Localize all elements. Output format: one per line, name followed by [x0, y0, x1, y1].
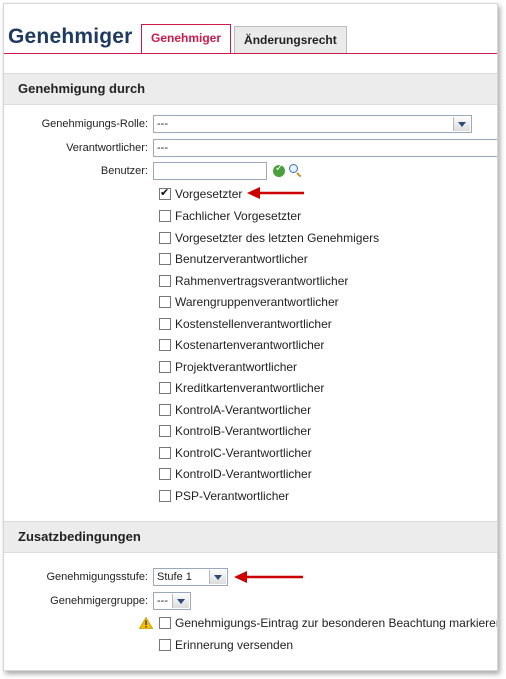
annotation-arrow-icon	[234, 571, 303, 583]
checkbox-row[interactable]: Rahmenvertragsverantwortlicher	[159, 272, 348, 290]
checkbox[interactable]	[159, 253, 171, 265]
checkbox-row[interactable]: Kostenartenverantwortlicher	[159, 336, 324, 354]
checkbox[interactable]	[159, 275, 171, 287]
checkbox-row[interactable]: Fachlicher Vorgesetzter	[159, 207, 301, 225]
chevron-down-icon[interactable]	[172, 594, 189, 608]
checkbox-row[interactable]: Vorgesetzter des letzten Genehmigers	[159, 229, 379, 247]
checkbox-label: Fachlicher Vorgesetzter	[175, 209, 302, 223]
checkbox[interactable]	[159, 318, 171, 330]
tab-aenderungsrecht[interactable]: Änderungsrecht	[234, 26, 347, 54]
section-header-approval: Genehmigung durch	[4, 73, 497, 105]
group-select-value: ---	[157, 595, 168, 607]
checkbox-label: Kostenstellenverantwortlicher	[175, 317, 332, 331]
checkbox[interactable]	[159, 361, 171, 373]
checkbox[interactable]	[159, 468, 171, 480]
checkbox-row[interactable]: KontrolD-Verantwortlicher	[159, 465, 312, 483]
checkbox-row[interactable]: Kreditkartenverantwortlicher	[159, 379, 324, 397]
annotation-arrow-icon	[247, 187, 304, 199]
role-select[interactable]: ---	[153, 115, 472, 133]
checkbox-label: KontrolB-Verantwortlicher	[175, 424, 312, 438]
search-icon[interactable]	[289, 164, 302, 178]
checkbox[interactable]	[159, 382, 171, 394]
checkbox[interactable]	[159, 404, 171, 416]
confirm-check-icon[interactable]	[273, 163, 285, 177]
checkbox-vorgesetzter[interactable]	[159, 186, 171, 200]
approver-panel: Genehmiger Genehmiger Änderungsrecht Gen…	[3, 3, 498, 671]
checkbox-label: Benutzerverantwortlicher	[175, 252, 308, 266]
responsible-field[interactable]: ---	[153, 139, 497, 157]
page-title: Genehmiger	[8, 25, 133, 48]
checkbox-label: Kostenartenverantwortlicher	[175, 338, 325, 352]
checkbox[interactable]	[159, 639, 171, 651]
checkbox[interactable]	[159, 425, 171, 437]
checkbox-row-reminder[interactable]: Erinnerung versenden	[159, 636, 293, 654]
checkbox[interactable]	[159, 296, 171, 308]
checkbox[interactable]	[159, 490, 171, 502]
checkbox[interactable]	[159, 617, 171, 629]
checkbox-row[interactable]: KontrolB-Verantwortlicher	[159, 422, 311, 440]
checkbox-row[interactable]: Benutzerverantwortlicher	[159, 250, 308, 268]
role-select-value: ---	[157, 118, 168, 130]
checkbox[interactable]	[159, 232, 171, 244]
checkbox-label: KontrolA-Verantwortlicher	[175, 403, 312, 417]
warning-icon	[139, 617, 153, 629]
checkbox-row[interactable]: Warengruppenverantwortlicher	[159, 293, 339, 311]
checkbox-label: Rahmenvertragsverantwortlicher	[175, 274, 349, 288]
checkbox-row[interactable]: PSP-Verantwortlicher	[159, 487, 289, 505]
responsible-value: ---	[157, 142, 168, 154]
level-select[interactable]: Stufe 1	[153, 568, 228, 586]
checkbox-label: Projektverantwortlicher	[175, 360, 298, 374]
checkbox-label: Vorgesetzter	[175, 187, 243, 201]
role-label: Genehmigungs-Rolle:	[41, 118, 148, 130]
header: Genehmiger Genehmiger Änderungsrecht	[4, 4, 497, 54]
chevron-down-icon[interactable]	[453, 117, 470, 131]
checkbox-label: Kreditkartenverantwortlicher	[175, 381, 325, 395]
user-label: Benutzer:	[100, 165, 148, 177]
group-label: Genehmigergruppe:	[50, 595, 148, 607]
checkbox-row[interactable]: Projektverantwortlicher	[159, 358, 297, 376]
checkbox-row[interactable]: Kostenstellenverantwortlicher	[159, 315, 332, 333]
group-select[interactable]: ---	[153, 592, 191, 610]
tab-genehmiger[interactable]: Genehmiger	[141, 24, 232, 54]
tab-bar: Genehmiger Änderungsrecht	[141, 24, 347, 54]
section-header-conditions: Zusatzbedingungen	[4, 521, 497, 553]
tab-underline	[4, 53, 497, 54]
checkbox-label: Erinnerung versenden	[175, 638, 294, 652]
checkbox-row[interactable]: KontrolA-Verantwortlicher	[159, 401, 311, 419]
level-select-value: Stufe 1	[157, 571, 192, 583]
responsible-label: Verantwortlicher:	[66, 142, 148, 154]
checkbox-label: KontrolD-Verantwortlicher	[175, 467, 312, 481]
checkbox[interactable]	[159, 339, 171, 351]
checkbox-label: Warengruppenverantwortlicher	[175, 295, 339, 309]
level-label: Genehmigungsstufe:	[46, 571, 148, 583]
checkbox-row-mark-entry[interactable]: Genehmigungs-Eintrag zur besonderen Beac…	[159, 614, 498, 632]
checkbox[interactable]	[159, 447, 171, 459]
checkbox-label: Genehmigungs-Eintrag zur besonderen Beac…	[175, 616, 498, 630]
checkbox-row-vorgesetzter[interactable]: Vorgesetzter	[159, 185, 242, 203]
chevron-down-icon[interactable]	[209, 570, 226, 584]
checkbox-label: KontrolC-Verantwortlicher	[175, 446, 312, 460]
checkbox-label: Vorgesetzter des letzten Genehmigers	[175, 231, 380, 245]
user-input[interactable]	[153, 162, 267, 180]
checkbox[interactable]	[159, 210, 171, 222]
checkbox-label: PSP-Verantwortlicher	[175, 489, 290, 503]
checkbox-row[interactable]: KontrolC-Verantwortlicher	[159, 444, 312, 462]
